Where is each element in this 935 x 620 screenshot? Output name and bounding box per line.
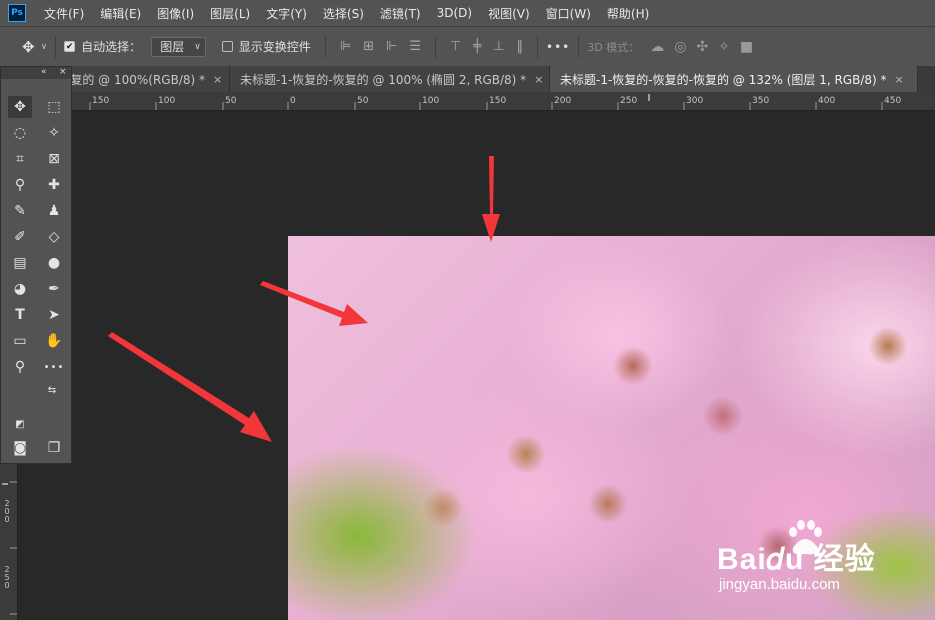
eyedropper-tool-icon[interactable]: ⚲ [8,174,32,196]
move-tool-icon[interactable]: ✥ [8,96,32,118]
brush-tool-icon[interactable]: ✎ [8,200,32,222]
hand-tool-icon[interactable]: ✋ [42,330,66,352]
marquee-tool-icon[interactable]: ⬚ [42,96,66,118]
close-icon[interactable]: × [59,67,67,77]
pen-tool-icon[interactable]: ✒ [42,278,66,300]
gradient-tool-icon[interactable]: ▤ [8,252,32,274]
magic-wand-tool-icon[interactable]: ✧ [42,122,66,144]
swap-colors-icon[interactable]: ⇆ [45,383,59,397]
lasso-tool-icon[interactable]: ◌ [8,122,32,144]
rectangle-tool-icon[interactable]: ▭ [8,330,32,352]
crop-tool-icon[interactable]: ⌗ [8,148,32,170]
default-colors-icon[interactable]: ◩ [13,417,27,431]
history-brush-tool-icon[interactable]: ✐ [8,226,32,248]
blur-tool-icon[interactable]: ● [42,252,66,274]
arrow-pointing-top-edge [482,156,500,242]
watermark-url: jingyan.baidu.com [719,576,840,593]
tools-panel: « × ✥ ⬚ ◌ ✧ ⌗ ⊠ ⚲ ✚ ✎ ♟ ✐ ◇ ▤ ● ◕ ✒ T ➤ … [0,66,72,464]
path-selection-tool-icon[interactable]: ➤ [42,304,66,326]
healing-brush-tool-icon[interactable]: ✚ [42,174,66,196]
frame-tool-icon[interactable]: ⊠ [42,148,66,170]
screen-mode-icon[interactable]: ❐ [42,437,66,459]
clone-stamp-tool-icon[interactable]: ♟ [42,200,66,222]
type-tool-icon[interactable]: T [8,304,32,326]
tools-panel-header[interactable]: « × [1,67,71,79]
eraser-tool-icon[interactable]: ◇ [42,226,66,248]
arrow-pointing-left-edge [108,332,272,442]
quick-mask-icon[interactable]: ◙ [8,437,32,459]
zoom-tool-icon[interactable]: ⚲ [8,356,32,378]
watermark-brand: Bai𝑑u 经验 [717,543,876,576]
arrow-pointing-top-left-corner [260,281,368,326]
baidu-jingyan-watermark: Bai𝑑u 经验 jingyan.baidu.com [715,520,905,600]
more-tools-icon[interactable]: ••• [42,356,66,378]
collapse-icon[interactable]: « [41,67,47,77]
dodge-tool-icon[interactable]: ◕ [8,278,32,300]
